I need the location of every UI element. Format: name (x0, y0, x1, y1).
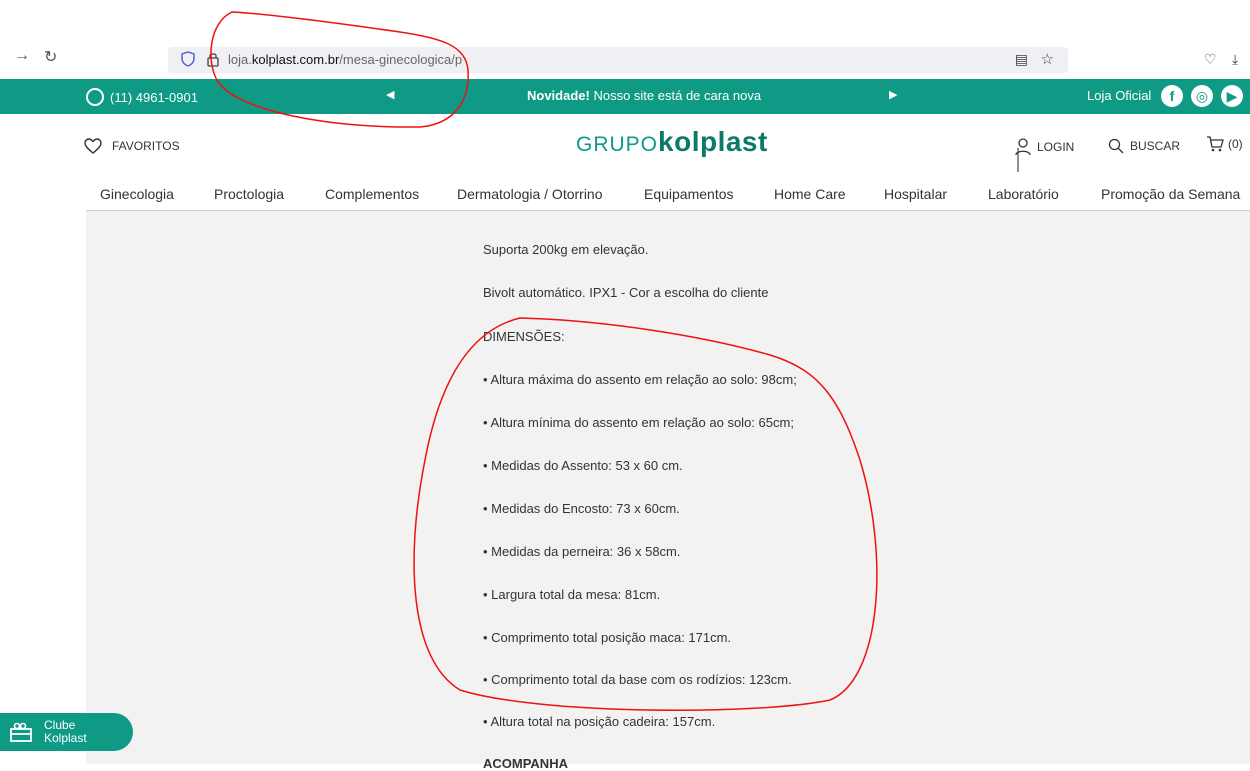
clube-label-line2: Kolplast (44, 731, 87, 745)
youtube-icon[interactable]: ▶ (1221, 85, 1243, 107)
reader-view-icon[interactable]: ▤ (1015, 51, 1028, 68)
browser-toolbar: → ↻ loja.kolplast.com.br/mesa-ginecologi… (0, 0, 1250, 76)
description-line: Suporta 200kg em elevação. (483, 242, 649, 257)
instagram-icon[interactable]: ◎ (1191, 85, 1213, 107)
address-bar[interactable]: loja.kolplast.com.br/mesa-ginecologica/p… (168, 47, 1068, 73)
promo-message: Novidade! Nosso site está de cara nova (527, 88, 761, 103)
nav-equipamentos[interactable]: Equipamentos (644, 186, 734, 202)
promo-prev-arrow-icon[interactable]: ◀ (386, 88, 394, 101)
buscar-link[interactable]: BUSCAR (1108, 138, 1180, 154)
heart-icon (84, 138, 102, 154)
url-text[interactable]: loja.kolplast.com.br/mesa-ginecologica/p (228, 52, 462, 67)
cart-link[interactable]: (0) (1206, 136, 1243, 152)
shield-icon[interactable] (180, 51, 196, 67)
promo-highlight: Novidade! (527, 88, 590, 103)
promo-bar: (11) 4961-0901 ◀ Novidade! Nosso site es… (0, 79, 1250, 114)
login-link[interactable]: LOGIN (1015, 138, 1074, 156)
nav-dermatologia-otorrino[interactable]: Dermatologia / Otorrino (457, 186, 603, 202)
nav-ginecologia[interactable]: Ginecologia (100, 186, 174, 202)
whatsapp-icon (86, 88, 104, 106)
cart-count: (0) (1228, 137, 1243, 151)
url-prefix: loja. (228, 52, 252, 67)
user-icon (1015, 138, 1031, 156)
description-line: DIMENSÕES: (483, 329, 565, 344)
nav-proctologia[interactable]: Proctologia (214, 186, 284, 202)
pocket-icon[interactable]: ♡ (1204, 51, 1217, 68)
reload-icon[interactable]: ↻ (44, 47, 57, 67)
loja-oficial-label: Loja Oficial (1087, 88, 1152, 103)
site-header: FAVORITOS GRUPOkolplast LOGIN BUSCAR (0) (0, 114, 1250, 176)
description-line: • Altura mínima do assento em relação ao… (483, 415, 794, 430)
bookmark-star-icon[interactable]: ☆ (1041, 50, 1054, 68)
category-nav: Ginecologia Proctologia Complementos Der… (86, 176, 1250, 211)
clube-kolplast-button[interactable]: Clube Kolplast (0, 713, 133, 751)
url-domain: kolplast.com.br (251, 52, 340, 67)
site-logo[interactable]: GRUPOkolplast (576, 126, 768, 158)
description-line: • Comprimento total posição maca: 171cm. (483, 630, 732, 645)
lock-icon[interactable] (206, 51, 220, 67)
promo-text: Nosso site está de cara nova (589, 88, 762, 103)
logo-grupo: GRUPO (576, 133, 659, 156)
favoritos-label: FAVORITOS (112, 139, 180, 153)
nav-hospitalar[interactable]: Hospitalar (884, 186, 947, 202)
clube-label: Clube Kolplast (44, 719, 87, 745)
cart-icon (1207, 136, 1224, 152)
description-line: • Comprimento total da base com os rodíz… (483, 672, 792, 687)
search-icon (1108, 138, 1124, 154)
description-line: Bivolt automático. IPX1 - Cor a escolha … (483, 285, 769, 300)
buscar-label: BUSCAR (1130, 139, 1181, 153)
description-line: • Medidas da perneira: 36 x 58cm. (483, 544, 681, 559)
login-label: LOGIN (1037, 140, 1075, 154)
logo-brand: kolplast (658, 126, 768, 157)
description-line: • Largura total da mesa: 81cm. (483, 587, 661, 602)
whatsapp-contact[interactable]: (11) 4961-0901 (86, 88, 198, 106)
nav-home-care[interactable]: Home Care (774, 186, 846, 202)
url-path: /mesa-ginecologica/p (339, 52, 463, 67)
description-line: • Altura máxima do assento em relação ao… (483, 372, 797, 387)
description-line: • Altura total na posição cadeira: 157cm… (483, 714, 716, 729)
facebook-icon[interactable]: f (1161, 85, 1183, 107)
gift-card-icon (10, 722, 32, 742)
download-icon[interactable]: ⤓ (1232, 51, 1238, 68)
favoritos-link[interactable]: FAVORITOS (84, 138, 180, 154)
nav-complementos[interactable]: Complementos (325, 186, 419, 202)
forward-arrow-icon[interactable]: → (14, 47, 30, 65)
nav-promocao-da-semana[interactable]: Promoção da Semana (1101, 186, 1240, 202)
promo-next-arrow-icon[interactable]: ▶ (889, 88, 897, 101)
description-line: • Medidas do Assento: 53 x 60 cm. (483, 458, 683, 473)
nav-laboratorio[interactable]: Laboratório (988, 186, 1059, 202)
phone-number: (11) 4961-0901 (110, 89, 198, 105)
description-line: • Medidas do Encosto: 73 x 60cm. (483, 501, 680, 516)
